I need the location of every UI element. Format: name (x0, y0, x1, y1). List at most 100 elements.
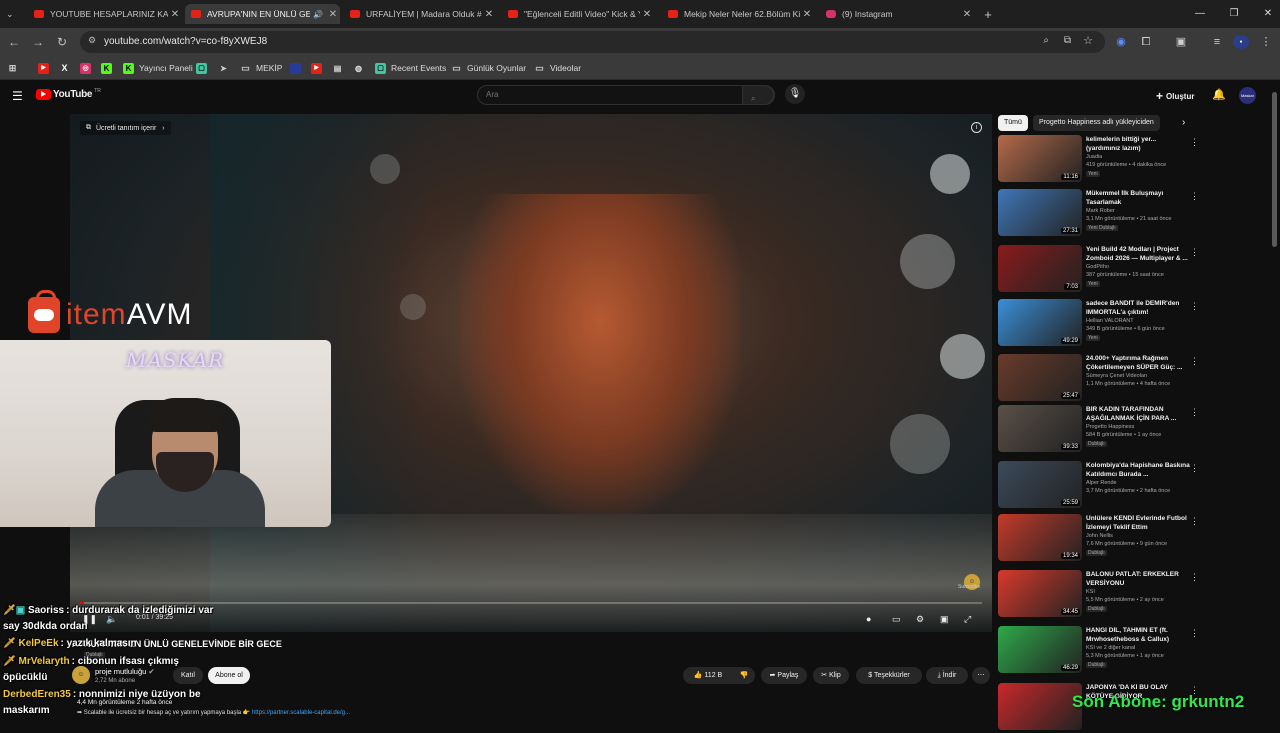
create-button[interactable]: + Oluştur (1156, 89, 1194, 103)
bookmark-generic[interactable]: ◍ (353, 61, 369, 75)
rec-title[interactable]: Yeni Build 42 Modları | Project Zomboid … (1086, 246, 1190, 263)
video-thumbnail[interactable]: 34:45 (998, 570, 1082, 617)
recommended-video[interactable]: 46:29 HANGİ DİL, TAHMİN ET (ft. Mrwhoseth… (997, 626, 1267, 676)
more-dots-icon[interactable]: ⋮ (1190, 356, 1199, 367)
chip-uploader[interactable]: Progetto Happiness adlı yükleyiciden (1033, 115, 1160, 131)
rec-title[interactable]: HANGİ DİL, TAHMİN ET (ft. Mrwhosetheboss… (1086, 627, 1190, 644)
rec-title[interactable]: BALONU PATLAT: ERKEKLER VERSİYONU (1086, 571, 1190, 588)
autoplay-icon[interactable]: ● (866, 612, 871, 626)
rec-channel[interactable]: Sümeyra Çenet Videoları (1086, 373, 1147, 379)
thanks-button[interactable]: $ Teşekkürler (856, 667, 922, 684)
bookmark-kick[interactable]: K (101, 61, 117, 75)
browser-tab[interactable]: URFALİYEM | Madara Olduk #6 ✕ (346, 4, 496, 24)
recommended-video[interactable]: 49:29 sadece BANDİT ile DEMİR'den IMMORTA… (997, 299, 1267, 349)
bookmark-recent-events[interactable]: ▢ Recent Events (375, 61, 446, 75)
share-button[interactable]: ➦ Paylaş (761, 667, 807, 684)
rec-channel[interactable]: Hellian VALORANT (1086, 318, 1134, 324)
bookmark-folder-mekip[interactable]: ▭ MEKİP (240, 61, 282, 75)
rec-channel[interactable]: Progetto Happiness (1086, 424, 1134, 430)
bookmark-youtube[interactable]: ▶ (311, 61, 327, 75)
miniplayer-icon[interactable]: ▣ (940, 612, 949, 626)
close-icon[interactable]: ✕ (800, 9, 814, 20)
video-thumbnail[interactable]: 27:31 (998, 189, 1082, 236)
chip-all[interactable]: Tümü (998, 115, 1028, 131)
minimize-icon[interactable]: — (1190, 6, 1210, 22)
recommended-video[interactable]: 34:45 BALONU PATLAT: ERKEKLER VERSİYONU KS… (997, 570, 1267, 620)
rec-channel[interactable]: Mark Rober (1086, 208, 1115, 214)
browser-tab[interactable]: (9) Instagram ✕ (822, 4, 974, 24)
extension-icon[interactable]: ◉ (1114, 35, 1128, 49)
more-dots-icon[interactable]: ⋮ (1190, 516, 1199, 527)
reload-icon[interactable]: ↻ (54, 34, 70, 50)
recommended-video[interactable]: 27:31 Mükemmel İlk Buluşmayı Tasarlamak Ma… (997, 189, 1267, 239)
video-thumbnail[interactable]: 25:59 (998, 461, 1082, 508)
bookmark-generic[interactable]: ➤ (218, 61, 234, 75)
bookmark-folder-videolar[interactable]: ▭ Videolar (534, 61, 581, 75)
chevron-right-icon[interactable]: › (1182, 117, 1185, 128)
recommended-video[interactable]: 7:03 Yeni Build 42 Modları | Project Zomb… (997, 245, 1267, 295)
browser-tab[interactable]: YOUTUBE HESAPLARINIZ KAPA ✕ (30, 4, 182, 24)
video-thumbnail[interactable]: 25:47 (998, 354, 1082, 401)
scrollbar[interactable] (1272, 92, 1277, 247)
video-thumbnail[interactable]: 39:33 (998, 405, 1082, 452)
menu-dots-icon[interactable]: ⋮ (1259, 35, 1273, 49)
rec-title[interactable]: Ünlülere KENDİ Evlerinde Futbol İzlemeyi… (1086, 515, 1190, 532)
video-thumbnail[interactable]: 46:29 (998, 626, 1082, 673)
restore-icon[interactable]: ❐ (1224, 6, 1244, 22)
rec-channel[interactable]: John Nellis (1086, 533, 1113, 539)
more-dots-icon[interactable]: ⋮ (1190, 463, 1199, 474)
bookmark-generic[interactable] (290, 61, 306, 75)
tab-search-button[interactable]: ⌄ (6, 4, 20, 24)
download-button[interactable]: ⤓ İndir (926, 667, 968, 684)
close-icon[interactable]: ✕ (326, 9, 340, 20)
avatar[interactable]: Maskar (1239, 87, 1256, 104)
video-thumbnail[interactable]: 7:03 (998, 245, 1082, 292)
video-thumbnail[interactable] (998, 683, 1082, 730)
bookmark-instagram[interactable]: ◎ (80, 61, 96, 75)
more-dots-icon[interactable]: ⋮ (1190, 628, 1199, 639)
install-icon[interactable]: ⧉ (1064, 35, 1071, 46)
sidepanel-icon[interactable]: ▣ (1174, 35, 1188, 49)
zoom-icon[interactable]: ⌕ (1043, 35, 1049, 46)
rec-title[interactable]: 24.000+ Yaptırıma Rağmen Çökertilemeyen … (1086, 355, 1190, 372)
more-dots-icon[interactable]: ⋮ (1190, 301, 1199, 312)
hamburger-menu-icon[interactable]: ☰ (12, 89, 23, 103)
dislike-button[interactable]: 👎 (733, 667, 755, 684)
video-thumbnail[interactable]: 19:34 (998, 514, 1082, 561)
rec-title[interactable]: sadece BANDİT ile DEMİR'den IMMORTAL'a ç… (1086, 300, 1190, 317)
bookmark-yayinci-paneli[interactable]: K Yayıncı Paneli (123, 61, 193, 75)
close-window-icon[interactable]: ✕ (1258, 6, 1278, 22)
rec-channel[interactable]: KSI ve 2 diğer kanal (1086, 645, 1135, 651)
rec-title[interactable]: Mükemmel İlk Buluşmayı Tasarlamak (1086, 190, 1190, 207)
rec-title[interactable]: Kolombiya'da Hapishane Baskına Katıldımc… (1086, 462, 1190, 479)
recommended-video[interactable]: 39:33 BİR KADIN TARAFINDAN AŞAĞILANMAK İÇ… (997, 405, 1267, 455)
recommended-video[interactable]: 25:59 Kolombiya'da Hapishane Baskına Katı… (997, 461, 1267, 511)
profile-avatar-icon[interactable]: ● (1233, 35, 1249, 49)
more-dots-icon[interactable]: ⋮ (1190, 407, 1199, 418)
search-input[interactable]: Ara ⌕ (477, 85, 775, 105)
recommended-video[interactable]: 19:34 Ünlülere KENDİ Evlerinde Futbol İzl… (997, 514, 1267, 564)
bookmark-star-icon[interactable]: ☆ (1083, 34, 1093, 47)
settings-gear-icon[interactable]: ⚙ (916, 612, 924, 626)
youtube-logo[interactable]: YouTube TR (36, 88, 101, 100)
video-thumbnail[interactable]: 49:29 (998, 299, 1082, 346)
rec-channel[interactable]: Juadia (1086, 154, 1102, 160)
site-info-icon[interactable]: ⚙ (88, 35, 96, 46)
like-button[interactable]: 👍 112 B (683, 667, 733, 684)
bookmark-generic[interactable]: ▤ (332, 61, 348, 75)
more-dots-icon[interactable]: ⋮ (1190, 247, 1199, 258)
rec-title[interactable]: kelimelerin bittiği yer... (yardımınız l… (1086, 136, 1190, 153)
bookmark-x[interactable]: X (59, 61, 75, 75)
fullscreen-icon[interactable]: ⤢ (964, 612, 971, 626)
bookmark-folder-gunluk-oyunlar[interactable]: ▭ Günlük Oyunlar (451, 61, 526, 75)
recommended-video[interactable]: 11:16 kelimelerin bittiği yer... (yardımı… (997, 135, 1267, 185)
more-dots-icon[interactable]: ⋮ (1190, 137, 1199, 148)
more-dots-icon[interactable]: ⋮ (1190, 191, 1199, 202)
url-text[interactable]: youtube.com/watch?v=co-f8yXWEJ8 (104, 36, 267, 47)
paid-promotion-label[interactable]: ⧉ Ücretli tanıtım içerir › (80, 121, 171, 135)
media-icon[interactable]: ≡ (1210, 35, 1224, 49)
forward-icon[interactable]: → (30, 34, 46, 50)
new-tab-button[interactable]: + (980, 4, 996, 24)
speaker-icon[interactable]: 🔊 (313, 10, 323, 19)
microphone-icon[interactable]: 🎙 (785, 84, 805, 104)
